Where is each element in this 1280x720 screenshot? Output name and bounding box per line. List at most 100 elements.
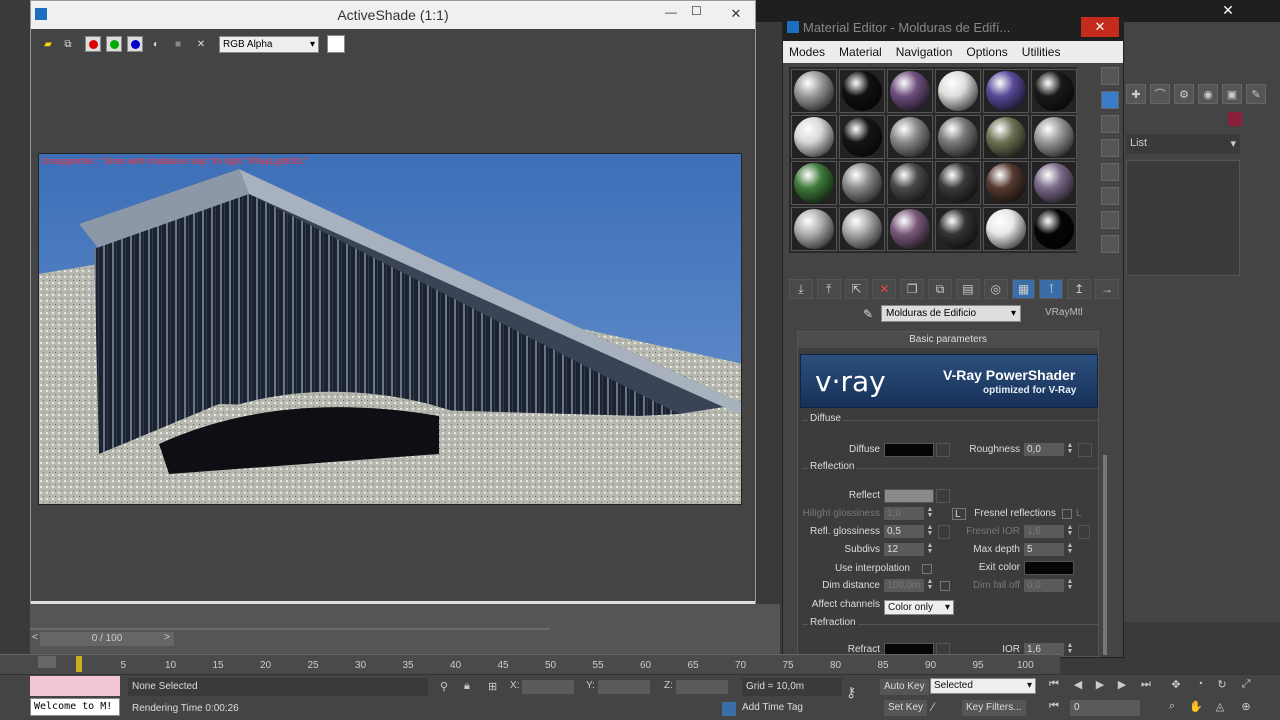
material-slot[interactable]	[791, 207, 837, 251]
background-icon[interactable]	[1101, 115, 1119, 133]
hilight-glossiness-field[interactable]: 1,0	[884, 507, 924, 520]
subdivs-spinner[interactable]: ▲ ▼	[926, 542, 934, 556]
minimize-button[interactable]: —	[665, 5, 677, 19]
red-channel-button[interactable]	[85, 36, 101, 52]
material-id-icon[interactable]: ◎	[983, 279, 1008, 299]
get-material-icon[interactable]: ⤓	[789, 279, 813, 299]
material-slot[interactable]	[887, 69, 933, 113]
go-to-parent-icon[interactable]: ↥	[1067, 279, 1092, 299]
menu-material[interactable]: Material	[839, 45, 882, 59]
refl-glossiness-map-button[interactable]	[938, 525, 950, 539]
add-time-tag-button[interactable]: Add Time Tag	[742, 702, 832, 718]
material-slot[interactable]	[1031, 69, 1077, 113]
material-type-button[interactable]: VRayMtl	[1045, 307, 1083, 318]
key-mode-icon[interactable]: ⏮	[1044, 700, 1064, 716]
max-depth-field[interactable]: 5	[1024, 543, 1064, 556]
walkthrough-icon[interactable]: ⊕	[1236, 700, 1256, 716]
monochrome-icon[interactable]: ■	[171, 37, 185, 51]
max-depth-spinner[interactable]: ▲ ▼	[1066, 542, 1074, 556]
modify-tab-icon[interactable]: ⌒	[1150, 84, 1170, 104]
put-to-scene-icon[interactable]: ⤒	[816, 279, 841, 299]
green-channel-button[interactable]	[106, 36, 122, 52]
key-selection-set-select[interactable]: Selected ▾	[930, 678, 1036, 694]
dim-distance-spinner[interactable]: ▲ ▼	[926, 578, 934, 592]
play-icon[interactable]: ▶	[1090, 678, 1110, 694]
roughness-map-button[interactable]	[1078, 443, 1092, 457]
reset-map-icon[interactable]: ✕	[872, 279, 897, 299]
y-coordinate-field[interactable]	[598, 680, 650, 694]
create-tab-icon[interactable]: ✚	[1126, 84, 1146, 104]
pick-material-icon[interactable]: ✎	[863, 307, 873, 321]
material-slot[interactable]	[791, 69, 837, 113]
backlight-icon[interactable]	[1101, 91, 1119, 109]
key-filters-button[interactable]: Key Filters...	[962, 700, 1026, 716]
material-slot[interactable]	[791, 161, 837, 205]
material-slot[interactable]	[887, 115, 933, 159]
alpha-channel-icon[interactable]: ◐	[149, 37, 163, 51]
use-interpolation-checkbox[interactable]	[922, 564, 932, 574]
display-tab-icon[interactable]: ▣	[1222, 84, 1242, 104]
blue-channel-button[interactable]	[127, 36, 143, 52]
exit-color-swatch[interactable]	[1024, 561, 1074, 575]
go-to-start-icon[interactable]: ⏮	[1044, 678, 1064, 694]
fresnel-ior-map-button[interactable]	[1078, 525, 1090, 539]
current-frame-field[interactable]: 0	[1070, 700, 1140, 716]
show-end-result-icon[interactable]: ⊺	[1039, 279, 1064, 299]
rollout-header[interactable]: Basic parameters	[798, 332, 1098, 348]
default-in-out-tangents-icon[interactable]: ⁄	[932, 700, 934, 714]
hand-pan-icon[interactable]: ✋	[1186, 700, 1206, 716]
material-slot[interactable]	[935, 115, 981, 159]
dim-falloff-spinner[interactable]: ▲ ▼	[1066, 578, 1074, 592]
material-slot[interactable]	[983, 207, 1029, 251]
sample-type-icon[interactable]	[1101, 67, 1119, 85]
key-icon[interactable]: ⚷	[846, 684, 856, 701]
absolute-mode-icon[interactable]: ⊞	[488, 680, 497, 693]
selection-lock-icon[interactable]: 🔒︎	[464, 680, 470, 693]
clone-window-icon[interactable]: ⧉	[61, 37, 75, 51]
isolate-icon[interactable]: ⚲	[440, 680, 448, 693]
subdivs-field[interactable]: 12	[884, 543, 924, 556]
zoom-icon[interactable]: ⌕	[1162, 700, 1182, 716]
mini-curve-editor-icon[interactable]	[38, 656, 56, 668]
material-slot[interactable]	[1031, 161, 1077, 205]
hierarchy-tab-icon[interactable]: ⚙	[1174, 84, 1194, 104]
reflect-map-button[interactable]	[936, 489, 950, 503]
clear-icon[interactable]: ✕	[194, 37, 208, 51]
material-slot[interactable]	[983, 115, 1029, 159]
material-slot[interactable]	[1031, 115, 1077, 159]
object-color-swatch[interactable]	[1228, 112, 1242, 126]
set-key-button[interactable]: Set Key	[884, 700, 928, 716]
modifier-stack[interactable]	[1126, 160, 1240, 276]
menu-modes[interactable]: Modes	[789, 45, 825, 59]
material-slot[interactable]	[839, 115, 885, 159]
dim-falloff-field[interactable]: 0,0	[1024, 579, 1064, 592]
menu-utilities[interactable]: Utilities	[1022, 45, 1061, 59]
maximize-button[interactable]: ☐	[691, 4, 702, 18]
field-of-view-icon[interactable]: ◬	[1210, 700, 1230, 716]
assign-to-selection-icon[interactable]: ⇱	[844, 279, 869, 299]
fresnel-reflections-checkbox[interactable]	[1062, 509, 1072, 519]
rollout-scrollbar[interactable]	[1103, 455, 1107, 655]
save-image-icon[interactable]: ▰	[41, 37, 55, 51]
maximize-viewport-icon[interactable]: ⤢	[1236, 678, 1256, 694]
material-slot[interactable]	[839, 161, 885, 205]
maxscript-listener-mini[interactable]	[30, 676, 120, 696]
lock-hilight-button[interactable]: L	[952, 508, 966, 520]
next-frame-arrow[interactable]: >	[164, 632, 170, 643]
menu-options[interactable]: Options	[966, 45, 1007, 59]
video-color-check-icon[interactable]	[1101, 163, 1119, 181]
go-to-end-icon[interactable]: ⏭	[1136, 678, 1156, 694]
material-slot[interactable]	[839, 207, 885, 251]
menu-navigation[interactable]: Navigation	[896, 45, 953, 59]
material-slot[interactable]	[935, 161, 981, 205]
time-slider[interactable]: 0 / 100	[40, 632, 174, 646]
diffuse-map-button[interactable]	[936, 443, 950, 457]
fresnel-ior-field[interactable]: 1,6	[1024, 525, 1064, 538]
roughness-field[interactable]: 0,0	[1024, 443, 1064, 456]
make-unique-icon[interactable]: ⧉	[928, 279, 952, 299]
show-map-icon[interactable]: ▦	[1011, 279, 1036, 299]
x-coordinate-field[interactable]	[522, 680, 574, 694]
ior-spinner[interactable]: ▲ ▼	[1066, 642, 1074, 656]
put-to-library-icon[interactable]: ▤	[955, 279, 980, 299]
material-slot[interactable]	[839, 69, 885, 113]
